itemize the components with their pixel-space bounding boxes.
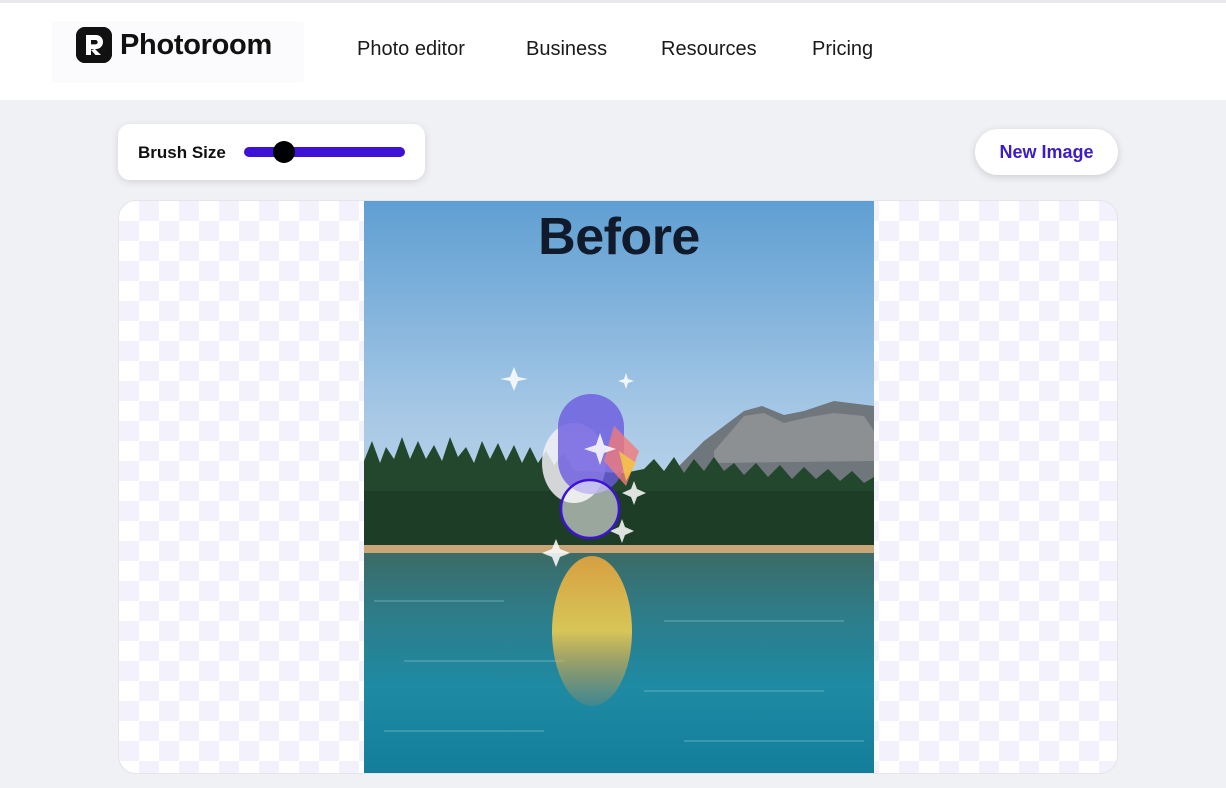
nav-photo-editor[interactable]: Photo editor bbox=[357, 38, 465, 61]
nav-pricing[interactable]: Pricing bbox=[812, 38, 873, 61]
nav-resources[interactable]: Resources bbox=[661, 38, 757, 61]
logo[interactable]: Photoroom bbox=[52, 21, 304, 83]
nav-business[interactable]: Business bbox=[526, 38, 607, 61]
before-label: Before bbox=[538, 208, 700, 266]
editor-canvas[interactable]: Before bbox=[118, 200, 1118, 774]
site-header: Photoroom Photo editor Business Resource… bbox=[0, 3, 1226, 100]
photoroom-logo-icon bbox=[76, 27, 112, 63]
logo-text: Photoroom bbox=[120, 29, 272, 61]
new-image-button[interactable]: New Image bbox=[975, 129, 1118, 175]
photo-preview[interactable]: Before bbox=[364, 201, 874, 773]
brush-size-label: Brush Size bbox=[138, 143, 226, 162]
lake-balloon-photo bbox=[364, 201, 874, 773]
brush-size-slider[interactable] bbox=[244, 147, 405, 157]
